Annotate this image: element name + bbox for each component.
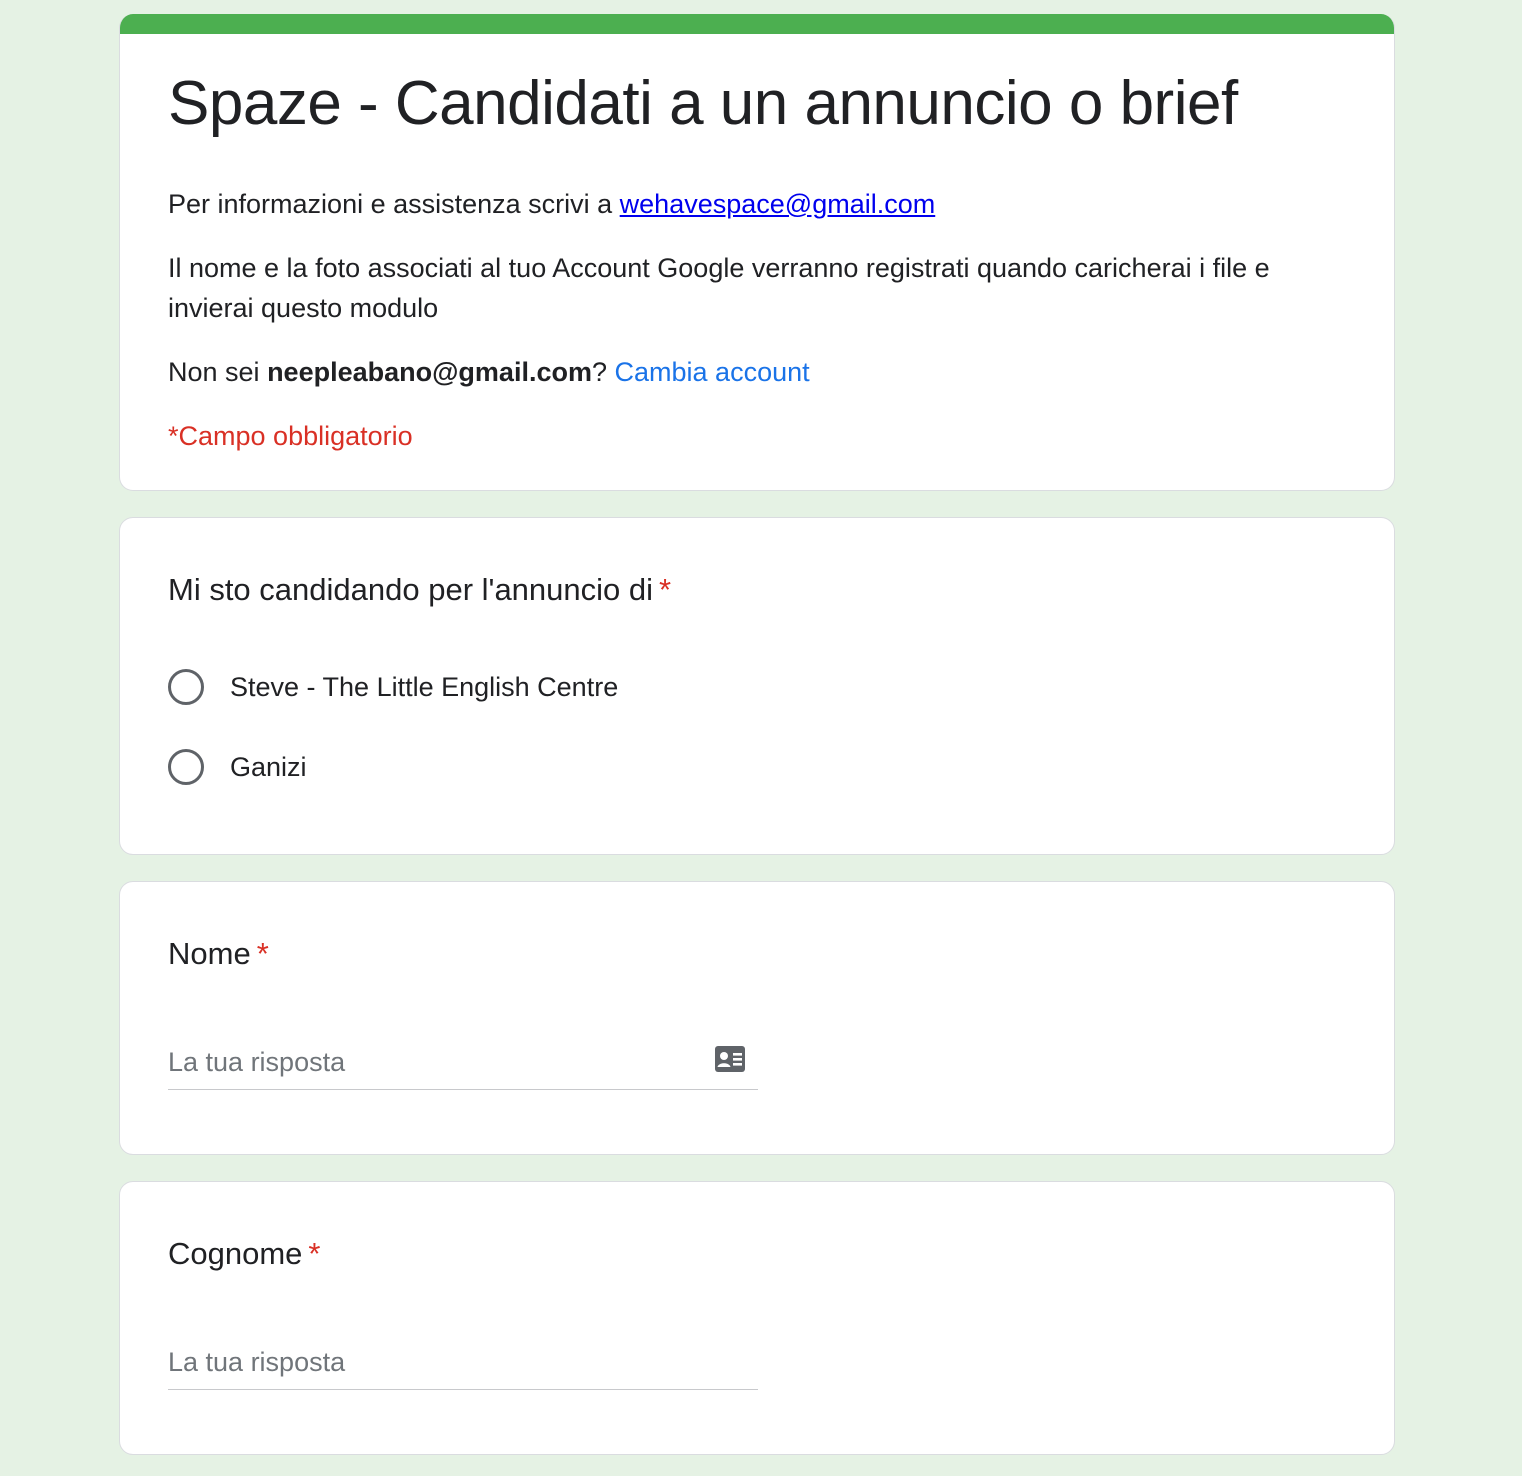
form-title: Spaze - Candidati a un annuncio o brief: [168, 69, 1238, 138]
required-asterisk: *: [256, 936, 269, 971]
question-title-text: Mi sto candidando per l'annuncio di: [168, 572, 654, 607]
question-card-cognome: Cognome * La tua risposta: [119, 1181, 1395, 1455]
switch-account-link[interactable]: Cambia account: [615, 357, 810, 387]
radio-option-steve[interactable]: Steve - The Little English Centre: [168, 665, 618, 709]
question-title-text: Nome: [168, 936, 251, 971]
info-line: Per informazioni e assistenza scrivi a w…: [168, 184, 1348, 224]
account-email: neepleabano@gmail.com: [267, 357, 592, 387]
cognome-input-placeholder: La tua risposta: [168, 1347, 346, 1377]
question-card-announcement: Mi sto candidando per l'annuncio di * Ste…: [119, 517, 1395, 855]
contact-email-link[interactable]: wehavespace@gmail.com: [620, 189, 936, 219]
not-you-suffix: ?: [591, 357, 615, 387]
question-title: Mi sto candidando per l'annuncio di *: [168, 570, 671, 610]
radio-button[interactable]: [168, 669, 204, 705]
question-card-nome: Nome * La tua risposta: [119, 881, 1395, 1155]
header-accent-bar: [120, 14, 1394, 34]
required-asterisk: *: [659, 572, 672, 607]
contact-card-icon[interactable]: [714, 1045, 746, 1073]
cognome-input[interactable]: La tua risposta: [168, 1333, 758, 1390]
nome-input[interactable]: La tua risposta: [168, 1033, 758, 1090]
info-prefix: Per informazioni e assistenza scrivi a: [168, 189, 620, 219]
radio-option-label: Steve - The Little English Centre: [230, 672, 619, 702]
not-you-prefix: Non sei: [168, 357, 268, 387]
required-field-note: *Campo obbligatorio: [168, 421, 413, 451]
account-line: Non sei neepleabano@gmail.com? Cambia ac…: [168, 352, 1348, 392]
question-title: Cognome *: [168, 1234, 321, 1274]
form-header-card: Spaze - Candidati a un annuncio o brief …: [119, 14, 1395, 491]
required-asterisk: *: [308, 1236, 321, 1271]
question-title-text: Cognome: [168, 1236, 303, 1271]
nome-input-placeholder: La tua risposta: [168, 1047, 346, 1077]
account-notice: Il nome e la foto associati al tuo Accou…: [168, 253, 1270, 323]
question-title: Nome *: [168, 934, 269, 974]
radio-option-ganizi[interactable]: Ganizi: [168, 745, 307, 789]
radio-option-label: Ganizi: [230, 752, 307, 782]
radio-button[interactable]: [168, 749, 204, 785]
